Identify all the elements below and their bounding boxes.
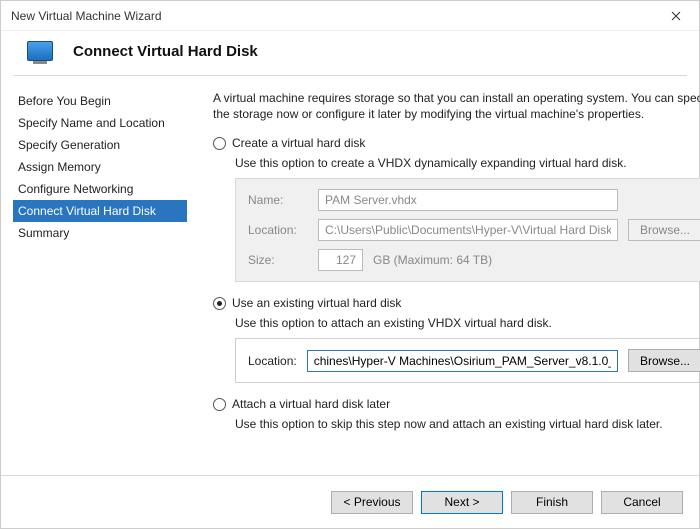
window-title: New Virtual Machine Wizard — [11, 9, 653, 23]
intro-text: A virtual machine requires storage so th… — [213, 90, 700, 122]
create-name-input — [318, 189, 618, 211]
step-specify-name-location[interactable]: Specify Name and Location — [13, 112, 187, 134]
radio-create-label: Create a virtual hard disk — [232, 136, 365, 150]
wizard-footer: < Previous Next > Finish Cancel — [1, 475, 699, 528]
step-summary[interactable]: Summary — [13, 222, 187, 244]
step-assign-memory[interactable]: Assign Memory — [13, 156, 187, 178]
step-connect-virtual-hard-disk[interactable]: Connect Virtual Hard Disk — [13, 200, 187, 222]
step-configure-networking[interactable]: Configure Networking — [13, 178, 187, 200]
existing-location-input[interactable] — [307, 350, 618, 372]
option-attach-later: Attach a virtual hard disk later Use thi… — [213, 397, 700, 431]
finish-button[interactable]: Finish — [511, 491, 593, 514]
page-heading: Connect Virtual Hard Disk — [73, 43, 258, 60]
previous-button[interactable]: < Previous — [331, 491, 413, 514]
existing-browse-button[interactable]: Browse... — [628, 349, 700, 372]
create-name-label: Name: — [248, 193, 308, 207]
existing-settings-box: Location: Browse... — [235, 338, 700, 383]
create-location-label: Location: — [248, 223, 308, 237]
step-before-you-begin[interactable]: Before You Begin — [13, 90, 187, 112]
next-button[interactable]: Next > — [421, 491, 503, 514]
wizard-header: Connect Virtual Hard Disk — [1, 31, 699, 75]
create-desc: Use this option to create a VHDX dynamic… — [235, 156, 700, 170]
radio-later-label: Attach a virtual hard disk later — [232, 397, 390, 411]
wizard-steps-sidebar: Before You Begin Specify Name and Locati… — [13, 90, 193, 466]
radio-attach-later[interactable] — [213, 398, 226, 411]
title-bar: New Virtual Machine Wizard — [1, 1, 699, 31]
close-button[interactable] — [653, 1, 699, 31]
step-specify-generation[interactable]: Specify Generation — [13, 134, 187, 156]
radio-existing-label: Use an existing virtual hard disk — [232, 296, 401, 310]
create-location-input — [318, 219, 618, 241]
close-icon — [671, 11, 681, 21]
create-size-units: GB (Maximum: 64 TB) — [373, 253, 492, 267]
later-desc: Use this option to skip this step now an… — [235, 417, 700, 431]
option-existing-vhd: Use an existing virtual hard disk Use th… — [213, 296, 700, 383]
radio-create-vhd[interactable] — [213, 137, 226, 150]
create-size-label: Size: — [248, 253, 308, 267]
existing-desc: Use this option to attach an existing VH… — [235, 316, 700, 330]
create-browse-button: Browse... — [628, 219, 700, 241]
vm-icon — [27, 41, 53, 61]
wizard-content: A virtual machine requires storage so th… — [193, 90, 700, 466]
create-settings-box: Name: Location: Browse... Size: GB (Maxi… — [235, 178, 700, 282]
cancel-button[interactable]: Cancel — [601, 491, 683, 514]
option-create-vhd: Create a virtual hard disk Use this opti… — [213, 136, 700, 282]
create-size-input — [318, 249, 363, 271]
radio-existing-vhd[interactable] — [213, 297, 226, 310]
existing-location-label: Location: — [248, 354, 297, 368]
